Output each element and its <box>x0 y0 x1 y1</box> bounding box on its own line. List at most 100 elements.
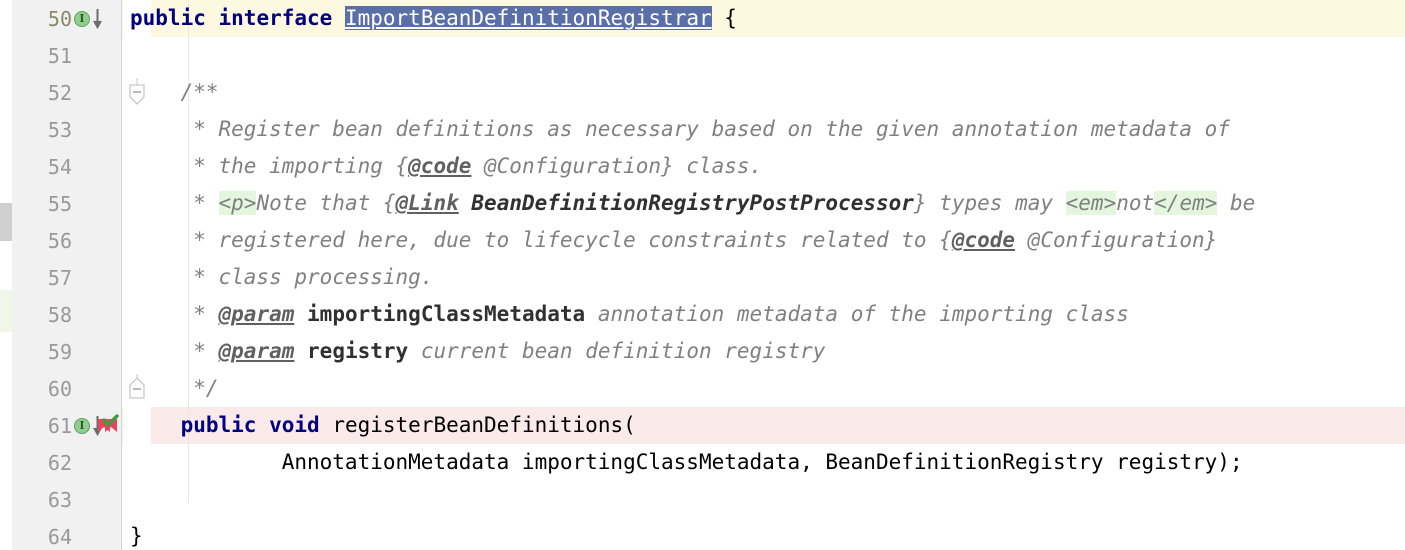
change-tint-marker <box>0 290 12 332</box>
code-token-doc: } types may <box>913 191 1066 215</box>
code-line[interactable]: 59 * @param registry current bean defini… <box>0 333 1405 370</box>
code-text[interactable]: * the importing {@code @Configuration} c… <box>130 148 762 185</box>
code-line[interactable]: 61 I public void registerBeanDefinitions( <box>0 407 1405 444</box>
implemented-badge: I <box>74 417 90 434</box>
code-token-doc: * registered here, due to lifecycle cons… <box>130 228 952 252</box>
code-line[interactable]: 54 * the importing {@code @Configuration… <box>0 148 1405 185</box>
code-line[interactable]: 53 * Register bean definitions as necess… <box>0 111 1405 148</box>
code-token-doc <box>294 302 307 326</box>
code-token-doc: be <box>1217 191 1256 215</box>
code-token-doc: @Configuration} class. <box>471 154 763 178</box>
line-number[interactable]: 56 <box>12 229 72 253</box>
code-token-doc-html: </em> <box>1154 191 1218 215</box>
gutter-icon-group[interactable]: I <box>74 0 122 37</box>
code-token-plain: } <box>130 524 143 548</box>
code-token-plain: registerBeanDefinitions( <box>319 413 636 437</box>
line-number[interactable]: 52 <box>12 81 72 105</box>
code-token-plain: { <box>711 6 737 30</box>
line-number[interactable]: 57 <box>12 266 72 290</box>
code-token-plain: AnnotationMetadata importingClassMetadat… <box>130 450 1243 474</box>
code-token-doc-html: <em> <box>1065 191 1117 215</box>
line-number[interactable]: 63 <box>12 488 72 512</box>
line-number[interactable]: 58 <box>12 303 72 327</box>
code-token-doc: current bean definition registry <box>408 339 826 363</box>
implemented-icon[interactable]: I <box>74 415 102 437</box>
code-token-doc: * the importing { <box>130 154 409 178</box>
code-token-doc: * <box>130 191 219 215</box>
code-token-doc: * class processing. <box>130 265 434 289</box>
code-editor[interactable]: 50 Ipublic interface ImportBeanDefinition… <box>0 0 1405 550</box>
code-line-background <box>0 518 1405 550</box>
code-token-doc: @Configuration} <box>1015 228 1218 252</box>
code-token-kw: void <box>269 413 320 437</box>
code-token-doc-tag: @param <box>218 302 295 326</box>
line-number[interactable]: 53 <box>12 118 72 142</box>
code-token-doc: * <box>130 339 219 363</box>
code-token-sel[interactable]: ImportBeanDefinitionRegistrar <box>344 6 712 30</box>
line-number[interactable]: 62 <box>12 451 72 475</box>
code-token-doc: Note that { <box>256 191 396 215</box>
code-text[interactable]: } <box>130 518 143 550</box>
line-number[interactable]: 55 <box>12 192 72 216</box>
code-line[interactable]: 56 * registered here, due to lifecycle c… <box>0 222 1405 259</box>
down-arrow-icon <box>92 8 103 34</box>
code-line[interactable]: 50 Ipublic interface ImportBeanDefinition… <box>0 0 1405 37</box>
code-text[interactable]: * registered here, due to lifecycle cons… <box>130 222 1217 259</box>
code-token-doc-link-ref: BeanDefinitionRegistryPostProcessor <box>471 191 914 215</box>
line-number[interactable]: 50 <box>12 7 72 31</box>
code-token-doc-tag: @Link <box>395 191 459 215</box>
code-line-background <box>0 481 1405 518</box>
code-token-doc: annotation metadata of the importing cla… <box>585 302 1129 326</box>
code-token-doc: * <box>130 302 219 326</box>
code-text[interactable]: public void registerBeanDefinitions( <box>130 407 636 444</box>
code-line[interactable]: 52 /** <box>0 74 1405 111</box>
code-token-doc <box>294 339 307 363</box>
code-line[interactable]: 64} <box>0 518 1405 550</box>
code-token-doc-tag: @code <box>408 154 472 178</box>
implemented-icon[interactable]: I <box>74 8 104 30</box>
code-token-doc: * Register bean definitions as necessary… <box>130 117 1230 141</box>
line-number[interactable]: 54 <box>12 155 72 179</box>
code-token-doc-param: registry <box>307 339 409 363</box>
code-token-doc-tag: @code <box>951 228 1016 252</box>
gutter-icon-group[interactable]: I <box>74 407 122 444</box>
implemented-badge: I <box>74 10 90 27</box>
code-token-doc-param: importingClassMetadata <box>307 302 586 326</box>
code-token-doc-tag: @param <box>218 339 295 363</box>
fold-start-icon[interactable] <box>123 74 151 111</box>
code-line-background <box>0 37 1405 74</box>
code-text[interactable]: AnnotationMetadata importingClassMetadat… <box>130 444 1243 481</box>
code-token-doc-html: <p> <box>218 191 257 215</box>
code-line[interactable]: 57 * class processing. <box>0 259 1405 296</box>
left-marker-strip[interactable] <box>0 0 12 550</box>
code-text[interactable]: * @param importingClassMetadata annotati… <box>130 296 1129 333</box>
code-line[interactable]: 55 * <p>Note that {@Link BeanDefinitionR… <box>0 185 1405 222</box>
code-token-kw: public <box>180 413 257 437</box>
code-text[interactable]: * <p>Note that {@Link BeanDefinitionRegi… <box>130 185 1255 222</box>
line-number[interactable]: 64 <box>12 525 72 549</box>
code-text[interactable]: * Register bean definitions as necessary… <box>130 111 1230 148</box>
code-line[interactable]: 63 <box>0 481 1405 518</box>
code-token-doc: not <box>1116 191 1155 215</box>
code-text[interactable]: * class processing. <box>130 259 433 296</box>
line-number[interactable]: 59 <box>12 340 72 364</box>
code-line[interactable]: 60 */ <box>0 370 1405 407</box>
code-token-doc <box>459 191 472 215</box>
code-line[interactable]: 51 <box>0 37 1405 74</box>
code-text[interactable]: public interface ImportBeanDefinitionReg… <box>130 0 737 37</box>
line-number[interactable]: 61 <box>12 414 72 438</box>
code-token-kw: interface <box>218 6 333 30</box>
fold-end-icon[interactable] <box>123 370 151 407</box>
code-token-kw: public <box>130 6 206 30</box>
verified-bookmark-icon[interactable] <box>96 413 122 438</box>
line-number[interactable]: 51 <box>12 44 72 68</box>
code-text[interactable]: * @param registry current bean definitio… <box>130 333 825 370</box>
line-number[interactable]: 60 <box>12 377 72 401</box>
code-line[interactable]: 58 * @param importingClassMetadata annot… <box>0 296 1405 333</box>
code-line[interactable]: 62 AnnotationMetadata importingClassMeta… <box>0 444 1405 481</box>
scroll-thumb-marker[interactable] <box>0 203 12 241</box>
